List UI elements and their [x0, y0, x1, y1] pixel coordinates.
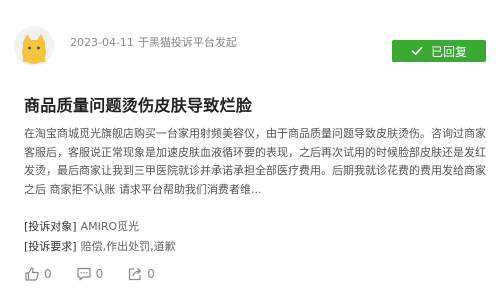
- complaint-object: [投诉对象] AMIRO觅光: [24, 218, 139, 234]
- cat-avatar-icon: [14, 26, 54, 66]
- post-date: 2023-04-11: [70, 36, 134, 49]
- thumbs-up-icon: [24, 266, 40, 282]
- like-count: 0: [44, 267, 52, 281]
- comment-button[interactable]: 0: [76, 266, 104, 282]
- complaint-title[interactable]: 商品质量问题烫伤皮肤导致烂脸: [24, 92, 252, 116]
- complaint-object-value[interactable]: AMIRO觅光: [81, 220, 140, 233]
- comment-count: 0: [95, 267, 104, 281]
- comment-icon: [76, 266, 92, 282]
- status-badge[interactable]: 已回复: [392, 40, 486, 62]
- complaint-request-value: 赔偿,作出处罚,道歉: [80, 240, 176, 253]
- status-label: 已回复: [430, 44, 467, 59]
- complaint-request-label: [投诉要求]: [24, 240, 77, 253]
- complaint-content[interactable]: 在淘宝商城觅光旗舰店购买一台家用射频美容仪，由于商品质量问题导致皮肤烫伤。咨询过…: [24, 125, 486, 199]
- share-icon: [127, 266, 143, 282]
- share-count: 0: [147, 267, 155, 281]
- complaint-card: 2023-04-11 于黑猫投诉平台发起 已回复 商品质量问题烫伤皮肤导致烂脸 在…: [0, 0, 500, 304]
- action-bar: 0 0 0: [24, 266, 179, 282]
- complaint-request: [投诉要求] 赔偿,作出处罚,道歉: [24, 238, 176, 254]
- post-meta: 2023-04-11 于黑猫投诉平台发起: [70, 34, 237, 50]
- like-button[interactable]: 0: [24, 266, 52, 282]
- post-source: 于黑猫投诉平台发起: [137, 36, 237, 49]
- avatar[interactable]: [14, 26, 54, 66]
- check-icon: [411, 45, 423, 57]
- complaint-object-label: [投诉对象]: [24, 220, 77, 233]
- share-button[interactable]: 0: [127, 266, 155, 282]
